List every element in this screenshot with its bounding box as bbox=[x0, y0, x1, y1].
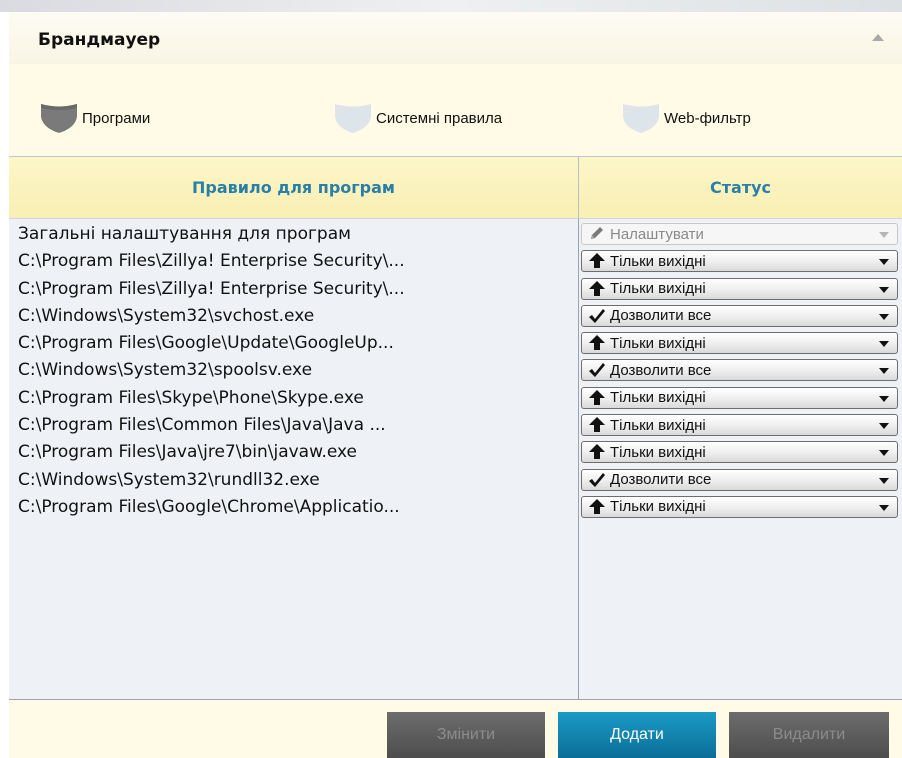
edit-button[interactable]: Змінити bbox=[387, 712, 545, 758]
table-row[interactable]: C:\Program Files\Skype\Phone\Skype.exe Ті… bbox=[9, 385, 902, 412]
status-label: Тільки вихідні bbox=[610, 280, 706, 298]
rule-path: C:\Program Files\Common Files\Java\Java … bbox=[18, 415, 386, 436]
tab-programs-label: Програми bbox=[82, 109, 151, 127]
chevron-down-icon bbox=[879, 423, 889, 430]
chevron-down-icon bbox=[879, 504, 889, 511]
tab-bar: Програми Системні правила Web-фильтр bbox=[9, 64, 902, 156]
tab-web-filter[interactable]: Web-фильтр bbox=[620, 102, 751, 134]
status-label: Тільки вихідні bbox=[610, 334, 706, 352]
chevron-down-icon bbox=[879, 341, 889, 348]
shield-icon bbox=[623, 104, 659, 133]
rule-path: C:\Program Files\Google\Chrome\Applicati… bbox=[18, 496, 400, 517]
arrow-up-icon bbox=[584, 497, 610, 517]
pencil-icon bbox=[584, 224, 610, 244]
top-strip bbox=[0, 0, 902, 12]
chevron-down-icon bbox=[879, 232, 889, 238]
table-row[interactable]: Загальні налаштування для програм Налашту… bbox=[9, 221, 902, 248]
table-row[interactable]: C:\Windows\System32\svchost.exe Дозволити… bbox=[9, 303, 902, 330]
tab-system-rules-label: Системні правила bbox=[376, 109, 503, 127]
chevron-down-icon bbox=[879, 477, 889, 484]
chevron-down-icon bbox=[879, 259, 889, 266]
status-dropdown[interactable]: Дозволити все bbox=[581, 304, 898, 327]
shield-icon bbox=[41, 104, 77, 133]
chevron-down-icon bbox=[879, 395, 889, 402]
table-row[interactable]: C:\Program Files\Zillya! Enterprise Secu… bbox=[9, 276, 902, 303]
checkmark-icon bbox=[584, 470, 610, 490]
rule-path: C:\Program Files\Java\jre7\bin\javaw.exe bbox=[18, 442, 358, 463]
table-row[interactable]: C:\Windows\System32\spoolsv.exe Дозволити… bbox=[9, 357, 902, 384]
rule-path: C:\Windows\System32\spoolsv.exe bbox=[18, 360, 313, 381]
status-dropdown[interactable]: Дозволити все bbox=[581, 468, 898, 491]
status-label: Дозволити все bbox=[610, 471, 712, 489]
status-label: Тільки вихідні bbox=[610, 252, 706, 270]
status-label: Дозволити все bbox=[610, 361, 712, 379]
status-dropdown[interactable]: Тільки вихідні bbox=[581, 250, 898, 273]
chevron-down-icon bbox=[879, 286, 889, 293]
rule-path: C:\Windows\System32\rundll32.exe bbox=[18, 469, 320, 490]
status-dropdown[interactable]: Тільки вихідні bbox=[581, 414, 898, 437]
status-dropdown[interactable]: Тільки вихідні bbox=[581, 495, 898, 518]
panel-header: Брандмауер bbox=[9, 12, 902, 64]
chevron-down-icon bbox=[879, 313, 889, 320]
rule-path: C:\Program Files\Zillya! Enterprise Secu… bbox=[18, 278, 405, 299]
arrow-up-icon bbox=[584, 333, 610, 353]
status-label: Налаштувати bbox=[610, 225, 704, 243]
table-row[interactable]: C:\Windows\System32\rundll32.exe Дозволит… bbox=[9, 467, 902, 494]
rule-path: C:\Program Files\Zillya! Enterprise Secu… bbox=[18, 251, 405, 272]
status-dropdown[interactable]: Тільки вихідні bbox=[581, 386, 898, 409]
status-dropdown[interactable]: Дозволити все bbox=[581, 359, 898, 382]
status-label: Тільки вихідні bbox=[610, 443, 706, 461]
tab-system-rules[interactable]: Системні правила bbox=[332, 102, 502, 134]
collapse-arrow-icon[interactable] bbox=[872, 34, 884, 41]
table-row[interactable]: C:\Program Files\Java\jre7\bin\javaw.exe… bbox=[9, 439, 902, 466]
chevron-down-icon bbox=[879, 368, 889, 375]
rule-path: C:\Program Files\Google\Update\GoogleUp.… bbox=[18, 333, 394, 354]
shield-icon bbox=[335, 104, 371, 133]
table-row[interactable]: C:\Program Files\Zillya! Enterprise Secu… bbox=[9, 248, 902, 275]
table-row[interactable]: C:\Program Files\Google\Update\GoogleUp.… bbox=[9, 330, 902, 357]
rule-path: Загальні налаштування для програм bbox=[18, 224, 351, 244]
arrow-up-icon bbox=[584, 442, 610, 462]
arrow-up-icon bbox=[584, 279, 610, 299]
status-dropdown[interactable]: Тільки вихідні bbox=[581, 332, 898, 355]
tab-web-filter-label: Web-фильтр bbox=[664, 109, 751, 127]
checkmark-icon bbox=[584, 306, 610, 326]
status-dropdown[interactable]: Тільки вихідні bbox=[581, 277, 898, 300]
table-body: Загальні налаштування для програм Налашту… bbox=[9, 221, 902, 521]
chevron-down-icon bbox=[879, 450, 889, 457]
button-bar: Змінити Додати Видалити bbox=[9, 699, 902, 758]
rules-table: Правило для програм Статус Загальні нала… bbox=[9, 156, 902, 700]
status-dropdown[interactable]: Тільки вихідні bbox=[581, 441, 898, 464]
arrow-up-icon bbox=[584, 251, 610, 271]
status-label: Дозволити все bbox=[610, 307, 712, 325]
tab-programs[interactable]: Програми bbox=[38, 102, 150, 134]
status-label: Тільки вихідні bbox=[610, 389, 706, 407]
checkmark-icon bbox=[584, 360, 610, 380]
firewall-panel: Брандмауер Програми Системні правила Web… bbox=[9, 12, 902, 758]
column-header-status[interactable]: Статус bbox=[578, 157, 902, 219]
panel-title: Брандмауер bbox=[38, 30, 161, 50]
rule-path: C:\Windows\System32\svchost.exe bbox=[18, 305, 315, 326]
add-button[interactable]: Додати bbox=[558, 712, 716, 758]
status-label: Тільки вихідні bbox=[610, 498, 706, 516]
arrow-up-icon bbox=[584, 415, 610, 435]
column-header-rule[interactable]: Правило для програм bbox=[9, 157, 578, 219]
status-dropdown[interactable]: Налаштувати bbox=[581, 223, 898, 245]
rule-path: C:\Program Files\Skype\Phone\Skype.exe bbox=[18, 387, 364, 408]
status-label: Тільки вихідні bbox=[610, 416, 706, 434]
arrow-up-icon bbox=[584, 388, 610, 408]
table-row[interactable]: C:\Program Files\Common Files\Java\Java … bbox=[9, 412, 902, 439]
delete-button[interactable]: Видалити bbox=[729, 712, 889, 758]
table-row[interactable]: C:\Program Files\Google\Chrome\Applicati… bbox=[9, 494, 902, 521]
